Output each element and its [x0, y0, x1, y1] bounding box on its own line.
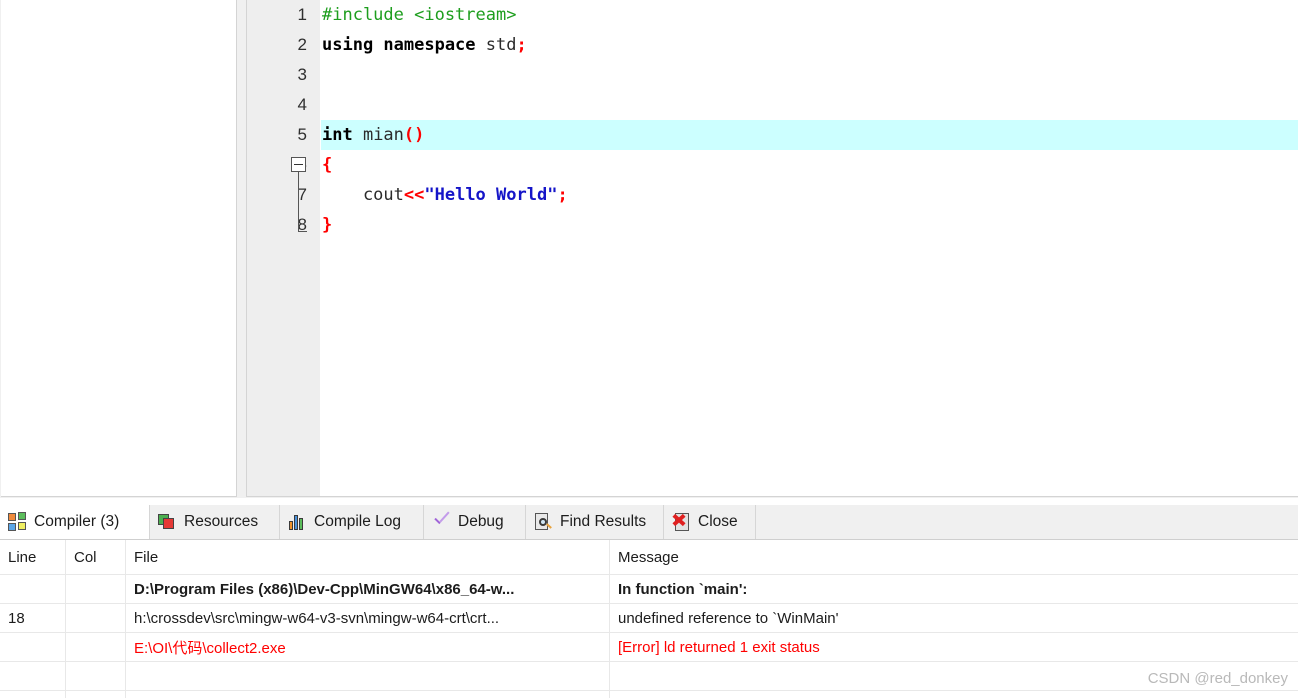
column-header-file[interactable]: File: [126, 540, 610, 574]
cell-file: [126, 691, 610, 698]
bar-chart-icon: [288, 512, 308, 532]
tab-label: Resources: [184, 513, 259, 530]
code-token: std: [485, 35, 517, 55]
table-row[interactable]: 18 h:\crossdev\src\mingw-w64-v3-svn\mingw…: [0, 604, 1298, 633]
code-token: (): [403, 125, 425, 145]
compiler-results-table[interactable]: Line Col File Message D:\Program Files (x86)…: [0, 540, 1298, 698]
cell-col: [66, 662, 126, 690]
column-header-col[interactable]: Col: [66, 540, 126, 574]
code-line-text: using namespace std;: [321, 30, 527, 60]
code-token: #include <iostream>: [322, 5, 517, 25]
project-explorer-panel[interactable]: [1, 0, 237, 497]
tab-close[interactable]: Close: [664, 505, 756, 539]
code-token: }: [322, 215, 333, 235]
code-line-text: }: [321, 210, 332, 240]
code-token: ;: [557, 185, 568, 205]
code-line-text: #include <iostream>: [321, 0, 516, 30]
tab-label: Debug: [458, 513, 504, 530]
cell-file: [126, 662, 610, 690]
tab-label: Compile Log: [314, 513, 402, 530]
line-number: 1: [297, 5, 307, 24]
table-header-row: Line Col File Message: [0, 540, 1298, 575]
table-row[interactable]: D:\Program Files (x86)\Dev-Cpp\MinGW64\x…: [0, 575, 1298, 604]
code-token: "Hello World": [424, 185, 558, 205]
cell-file: h:\crossdev\src\mingw-w64-v3-svn\mingw-w…: [126, 604, 610, 632]
code-token: ;: [516, 35, 527, 55]
cell-line: [0, 691, 66, 698]
fold-guide-line: [298, 180, 299, 210]
code-token: using namespace: [322, 35, 486, 55]
code-editor[interactable]: 1 #include <iostream> 2 using namespace std…: [246, 0, 1298, 497]
cell-file: E:\OI\代码\collect2.exe: [126, 633, 610, 661]
tab-resources[interactable]: Resources: [150, 505, 280, 539]
cell-col: [66, 633, 126, 661]
bottom-panel-tabbar: Compiler (3) Resources Compile Log Debug Fin…: [0, 505, 1298, 540]
cell-line: [0, 575, 66, 603]
tab-compiler-3[interactable]: Compiler (3): [0, 505, 150, 539]
column-header-message[interactable]: Message: [610, 540, 1298, 574]
column-header-line[interactable]: Line: [0, 540, 66, 574]
code-line[interactable]: 3: [247, 60, 1298, 90]
code-line[interactable]: 8}: [247, 210, 1298, 240]
cell-col: [66, 604, 126, 632]
code-token: {: [322, 155, 333, 175]
fold-collapse-icon[interactable]: [291, 157, 306, 172]
code-line-text: cout<<"Hello World";: [321, 180, 568, 210]
tab-debug[interactable]: Debug: [424, 505, 526, 539]
editor-region: 1 #include <iostream> 2 using namespace std…: [0, 0, 1298, 498]
cell-col: [66, 691, 126, 698]
cell-message: In function `main':: [618, 580, 748, 598]
cell-message: undefined reference to `WinMain': [618, 609, 839, 627]
cell-col: [66, 575, 126, 603]
table-row[interactable]: [0, 662, 1298, 691]
csdn-watermark: CSDN @red_donkey: [1147, 670, 1288, 687]
current-line-highlight: [321, 120, 1298, 150]
code-token: int: [322, 125, 363, 145]
code-line[interactable]: 2 using namespace std;: [247, 30, 1298, 60]
code-token: <<: [403, 185, 425, 205]
code-token: cout: [322, 185, 404, 205]
tab-label: Find Results: [560, 513, 647, 530]
code-line-text: int mian(): [321, 120, 424, 150]
tab-label: Compiler (3): [34, 513, 120, 530]
code-line[interactable]: 5 int mian(): [247, 120, 1298, 150]
close-page-icon: [672, 512, 692, 532]
dev-cpp-ide-window: 1 #include <iostream> 2 using namespace std…: [0, 0, 1298, 698]
cell-message: [610, 691, 1298, 698]
line-number: 2: [297, 35, 307, 54]
resources-squares-icon: [158, 512, 178, 532]
panel-splitter[interactable]: [237, 0, 246, 497]
tab-compile-log[interactable]: Compile Log: [280, 505, 424, 539]
code-line[interactable]: 7 cout<<"Hello World";: [247, 180, 1298, 210]
tab-find-results[interactable]: Find Results: [526, 505, 664, 539]
compiler-grid-icon: [8, 512, 28, 532]
check-icon: [432, 512, 452, 532]
line-number: 5: [297, 125, 307, 144]
code-text-area[interactable]: 1 #include <iostream> 2 using namespace std…: [247, 0, 1298, 496]
fold-guide-end: [298, 210, 307, 232]
code-token: mian: [362, 125, 404, 145]
cell-line: [0, 662, 66, 690]
code-line[interactable]: 4: [247, 90, 1298, 120]
table-row[interactable]: [0, 691, 1298, 698]
code-line-text: [321, 90, 322, 120]
magnifier-page-icon: [534, 512, 554, 532]
code-line[interactable]: 1 #include <iostream>: [247, 0, 1298, 30]
tab-label: Close: [698, 513, 738, 530]
code-line-text: {: [321, 150, 332, 180]
line-number: 3: [297, 65, 307, 84]
code-line[interactable]: 6{: [247, 150, 1298, 202]
line-number: 4: [297, 95, 307, 114]
code-line-text: [321, 60, 322, 90]
table-row[interactable]: E:\OI\代码\collect2.exe [Error] ld returned…: [0, 633, 1298, 662]
cell-file: D:\Program Files (x86)\Dev-Cpp\MinGW64\x…: [126, 575, 610, 603]
cell-line: [0, 633, 66, 661]
cell-line: 18: [0, 604, 66, 632]
cell-message: [Error] ld returned 1 exit status: [618, 638, 820, 656]
